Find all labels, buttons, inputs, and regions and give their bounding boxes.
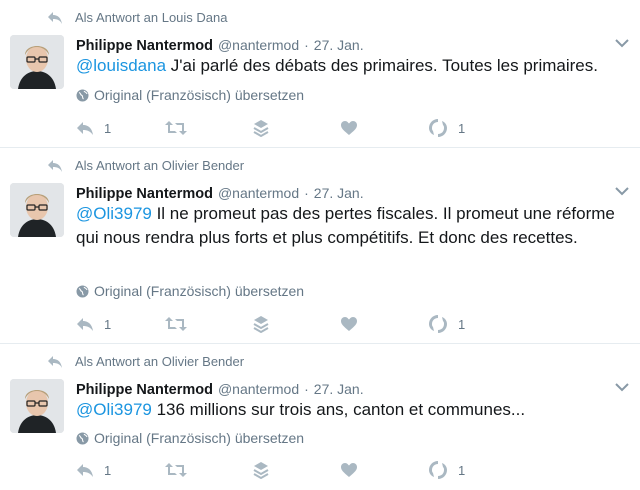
chevron-down-icon[interactable]	[614, 186, 630, 196]
tweet-actions: 1 1	[76, 118, 465, 138]
swirl-icon	[429, 461, 447, 479]
author-username[interactable]: @nantermod	[218, 381, 299, 397]
translate-label[interactable]: Original (Französisch) übersetzen	[94, 430, 304, 446]
sound-button[interactable]: 1	[428, 314, 465, 334]
reply-context-icon	[48, 159, 62, 172]
stack-button[interactable]	[252, 461, 340, 479]
tweet-timestamp[interactable]: 27. Jan.	[314, 381, 364, 397]
tweet-2[interactable]: Als Antwort an Olivier Bender Philippe N…	[0, 148, 640, 344]
header-separator: ·	[304, 37, 309, 53]
reply-button[interactable]: 1	[76, 316, 164, 332]
tweet-text: @louisdana J'ai parlé des débats des pri…	[76, 54, 626, 78]
retweet-icon	[165, 121, 187, 135]
reply-context-label[interactable]: Als Antwort an Olivier Bender	[75, 158, 244, 173]
reply-context-icon	[48, 11, 62, 24]
tweet-actions: 1 1	[76, 460, 465, 480]
reply-button[interactable]: 1	[76, 462, 164, 478]
tweet-header: Philippe Nantermod @nantermod · 27. Jan.	[76, 37, 364, 54]
sound-button[interactable]: 1	[428, 118, 465, 138]
reply-icon	[77, 464, 93, 477]
tweet-header: Philippe Nantermod @nantermod · 27. Jan.	[76, 185, 364, 202]
mention-link[interactable]: @louisdana	[76, 56, 166, 75]
like-button[interactable]	[340, 120, 428, 136]
reply-count: 1	[104, 120, 112, 136]
tweet-timestamp[interactable]: 27. Jan.	[314, 37, 364, 53]
translate-link[interactable]: Original (Französisch) übersetzen	[76, 430, 304, 446]
sound-count: 1	[458, 316, 466, 332]
reply-context-icon	[48, 355, 62, 368]
reply-context: Als Antwort an Olivier Bender	[47, 158, 244, 173]
tweet-header: Philippe Nantermod @nantermod · 27. Jan.	[76, 381, 364, 398]
like-button[interactable]	[340, 462, 428, 478]
globe-icon	[76, 285, 89, 297]
reply-count: 1	[104, 316, 112, 332]
tweet-body: Il ne promeut pas des pertes fiscales. I…	[76, 204, 615, 247]
sound-count: 1	[458, 120, 466, 136]
avatar-image	[10, 35, 64, 89]
tweet-body: J'ai parlé des débats des primaires. Tou…	[166, 56, 598, 75]
avatar[interactable]	[10, 379, 64, 433]
tweet-body: 136 millions sur trois ans, canton et co…	[151, 400, 526, 419]
sound-button[interactable]: 1	[428, 460, 465, 480]
reply-button[interactable]: 1	[76, 120, 164, 136]
swirl-icon	[429, 315, 447, 333]
avatar[interactable]	[10, 35, 64, 89]
tweet-actions: 1 1	[76, 314, 465, 334]
layers-icon	[253, 316, 269, 333]
tweet-3[interactable]: Als Antwort an Olivier Bender Philippe N…	[0, 344, 640, 490]
reply-context-label[interactable]: Als Antwort an Louis Dana	[75, 10, 227, 25]
tweet-timestamp[interactable]: 27. Jan.	[314, 185, 364, 201]
author-fullname[interactable]: Philippe Nantermod	[76, 382, 213, 398]
reply-count: 1	[104, 462, 112, 478]
reply-context-label[interactable]: Als Antwort an Olivier Bender	[75, 354, 244, 369]
reply-context: Als Antwort an Olivier Bender	[47, 354, 244, 369]
author-fullname[interactable]: Philippe Nantermod	[76, 38, 213, 54]
header-separator: ·	[304, 185, 309, 201]
avatar-image	[10, 183, 64, 237]
author-fullname[interactable]: Philippe Nantermod	[76, 186, 213, 202]
chevron-down-icon[interactable]	[614, 38, 630, 48]
sound-count: 1	[458, 462, 466, 478]
retweet-icon	[165, 317, 187, 331]
reply-context: Als Antwort an Louis Dana	[47, 10, 227, 25]
retweet-button[interactable]	[164, 462, 252, 478]
heart-icon	[341, 463, 357, 477]
reply-icon	[77, 318, 93, 331]
heart-icon	[341, 121, 357, 135]
retweet-button[interactable]	[164, 120, 252, 136]
stack-button[interactable]	[252, 119, 340, 137]
swirl-icon	[429, 119, 447, 137]
translate-link[interactable]: Original (Französisch) übersetzen	[76, 87, 304, 103]
mention-link[interactable]: @Oli3979	[76, 400, 152, 419]
retweet-icon	[165, 463, 187, 477]
translate-label[interactable]: Original (Französisch) übersetzen	[94, 87, 304, 103]
globe-icon	[76, 89, 89, 101]
reply-icon	[77, 122, 93, 135]
layers-icon	[253, 462, 269, 479]
chevron-down-icon[interactable]	[614, 382, 630, 392]
layers-icon	[253, 120, 269, 137]
like-button[interactable]	[340, 316, 428, 332]
heart-icon	[341, 317, 357, 331]
header-separator: ·	[304, 381, 309, 397]
translate-label[interactable]: Original (Französisch) übersetzen	[94, 283, 304, 299]
tweet-text: @Oli3979 Il ne promeut pas des pertes fi…	[76, 202, 626, 250]
stack-button[interactable]	[252, 315, 340, 333]
tweet-text: @Oli3979 136 millions sur trois ans, can…	[76, 398, 626, 422]
globe-icon	[76, 432, 89, 444]
avatar[interactable]	[10, 183, 64, 237]
mention-link[interactable]: @Oli3979	[76, 204, 152, 223]
avatar-image	[10, 379, 64, 433]
author-username[interactable]: @nantermod	[218, 185, 299, 201]
translate-link[interactable]: Original (Französisch) übersetzen	[76, 283, 304, 299]
retweet-button[interactable]	[164, 316, 252, 332]
author-username[interactable]: @nantermod	[218, 37, 299, 53]
tweet-1[interactable]: Als Antwort an Louis Dana Philippe Nante…	[0, 0, 640, 148]
